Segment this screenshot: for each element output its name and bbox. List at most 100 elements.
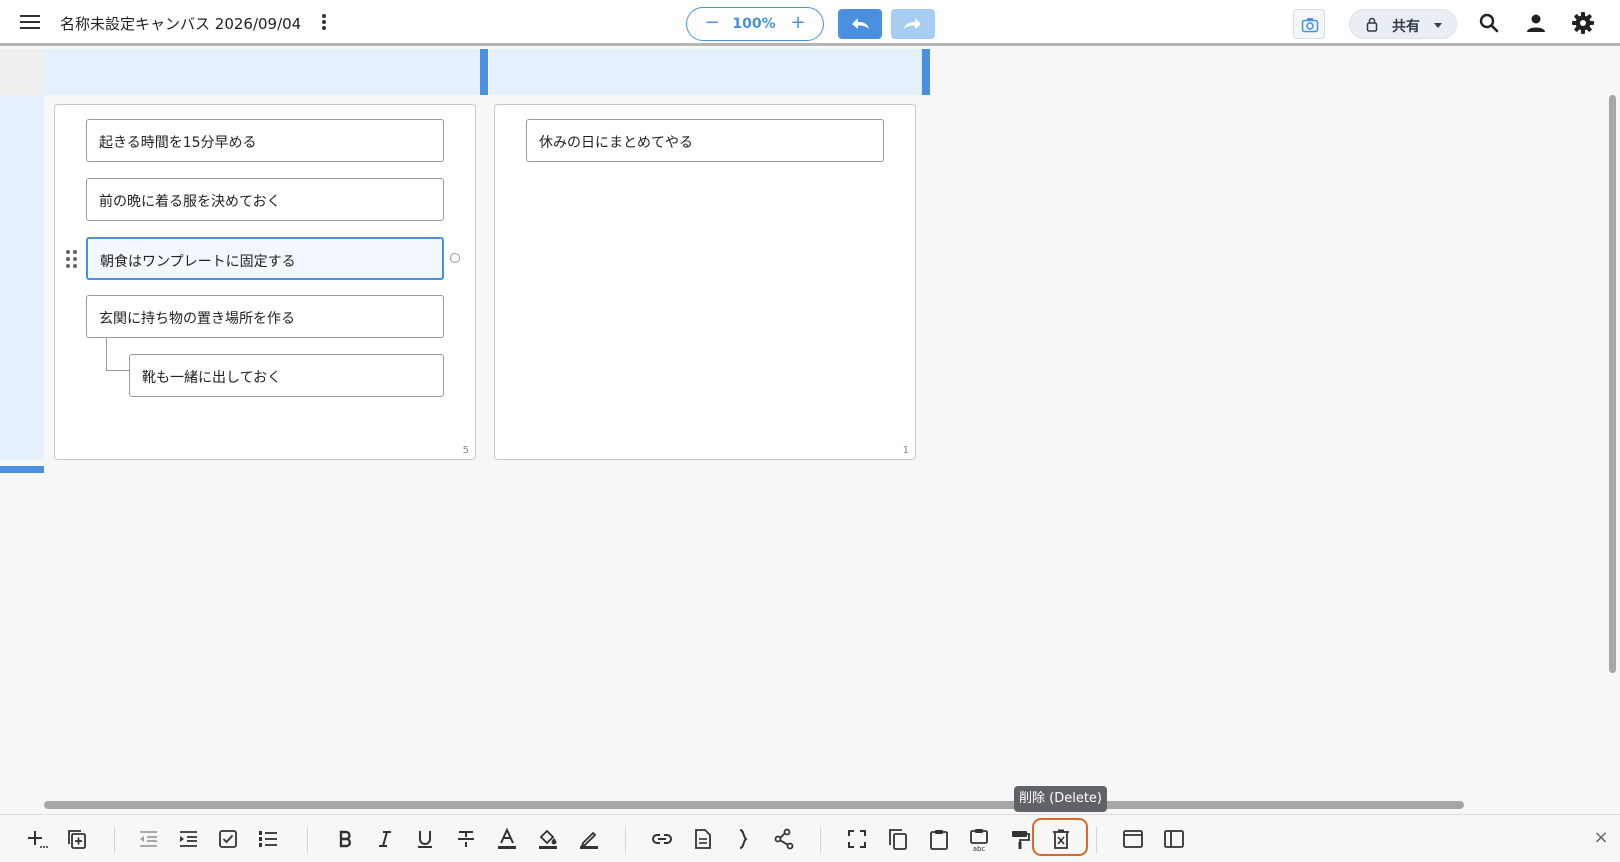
indent-icon (180, 831, 197, 847)
card-item[interactable]: 起きる時間を15分早める (86, 119, 444, 162)
checkbox-icon (219, 830, 237, 848)
underline-button[interactable] (411, 825, 439, 853)
toolbar-separator (625, 827, 626, 853)
toolbar-separator (307, 827, 308, 853)
chevron-down-icon (1434, 23, 1442, 28)
screenshot-button[interactable] (1293, 9, 1325, 39)
delete-button[interactable] (1047, 825, 1075, 853)
menu-icon[interactable] (18, 12, 42, 34)
fill-color-button[interactable] (534, 825, 562, 853)
bold-icon (339, 830, 351, 848)
text-color-icon (498, 828, 516, 849)
numbered-list-button[interactable] (254, 825, 282, 853)
card-item[interactable]: 前の晩に着る服を決めておく (86, 178, 444, 221)
share-button[interactable]: 共有 (1349, 9, 1457, 39)
row-resize-handle-1[interactable] (0, 466, 44, 473)
fill-color-icon (539, 829, 557, 849)
outdent-icon (140, 831, 157, 847)
zoom-out-button[interactable]: − (701, 14, 723, 34)
card-item-child[interactable]: 靴も一緒に出しておく (129, 354, 444, 397)
card-count: 5 (462, 445, 469, 456)
paste-text-icon: abc (970, 829, 988, 852)
border-color-button[interactable] (575, 825, 603, 853)
more-options-icon[interactable] (318, 14, 330, 32)
card-item-selected[interactable]: 朝食はワンプレートに固定する (86, 237, 444, 280)
add-card-button[interactable] (23, 825, 51, 853)
undo-button[interactable] (838, 9, 882, 39)
link-button[interactable] (648, 825, 676, 853)
zoom-control: − 100% + (686, 7, 824, 41)
brace-button[interactable] (729, 825, 757, 853)
link-icon (652, 834, 672, 844)
add-card-icon (28, 831, 48, 848)
paste-icon (930, 830, 948, 850)
close-toolbar-icon[interactable]: × (1590, 827, 1612, 849)
zoom-level[interactable]: 100% (723, 16, 785, 32)
row-header-1[interactable] (0, 95, 44, 460)
card-count: 1 (902, 445, 909, 456)
drag-handle-icon[interactable] (66, 250, 78, 268)
connect-handle-icon[interactable] (450, 253, 460, 263)
share-tree-icon (774, 828, 794, 850)
window-view-button[interactable] (1119, 825, 1147, 853)
note-button[interactable] (689, 825, 717, 853)
select-frame-button[interactable] (843, 825, 871, 853)
card-item[interactable]: 玄関に持ち物の置き場所を作る (86, 295, 444, 338)
checkbox-button[interactable] (214, 825, 242, 853)
column-header-2[interactable] (489, 49, 930, 95)
column-resize-handle-2[interactable] (922, 49, 930, 95)
paste-text-button[interactable]: abc (965, 825, 993, 853)
canvas-title[interactable]: 名称未設定キャンバス 2026/09/04 (60, 13, 301, 34)
bold-button[interactable] (331, 825, 359, 853)
card-item[interactable]: 休みの日にまとめてやる (526, 119, 884, 162)
format-painter-icon (1012, 831, 1030, 849)
lock-icon (1366, 17, 1378, 32)
underline-icon (418, 831, 432, 848)
copy-button[interactable] (884, 825, 912, 853)
vertical-scrollbar[interactable] (1609, 95, 1616, 673)
bottom-toolbar: abc × (0, 814, 1620, 862)
corner-header (0, 49, 44, 95)
gear-icon[interactable] (1571, 11, 1595, 35)
search-icon[interactable] (1477, 11, 1501, 35)
italic-button[interactable] (371, 825, 399, 853)
indent-button[interactable] (174, 825, 202, 853)
select-frame-icon (848, 830, 866, 848)
strikethrough-button[interactable] (452, 825, 480, 853)
toolbar-separator (1096, 827, 1097, 853)
board-canvas[interactable]: 5 起きる時間を15分早める 前の晩に着る服を決めておく 朝食はワンプレートに固… (0, 49, 1620, 813)
italic-icon (379, 831, 391, 847)
toolbar-separator (114, 827, 115, 853)
account-icon[interactable] (1524, 11, 1548, 35)
window-icon (1123, 830, 1143, 848)
camera-icon (1301, 18, 1319, 33)
sidebar-toggle-button[interactable] (1160, 825, 1188, 853)
zoom-in-button[interactable]: + (787, 14, 809, 34)
strikethrough-icon (458, 831, 474, 847)
redo-icon (904, 18, 921, 29)
toolbar-separator (820, 827, 821, 853)
horizontal-scrollbar[interactable] (44, 801, 1464, 809)
note-icon (695, 829, 711, 849)
column-resize-handle-1[interactable] (480, 49, 488, 95)
undo-icon (852, 18, 869, 29)
duplicate-icon (68, 830, 86, 849)
share-label: 共有 (1392, 19, 1420, 35)
app-header: 名称未設定キャンバス 2026/09/04 − 100% + 共有 (0, 0, 1620, 46)
delete-icon (1053, 829, 1069, 849)
sidebar-icon (1164, 830, 1184, 848)
svg-text:abc: abc (973, 845, 986, 852)
numbered-list-icon (259, 831, 277, 847)
share-tree-button[interactable] (770, 825, 798, 853)
redo-button[interactable] (891, 9, 935, 39)
text-color-button[interactable] (493, 825, 521, 853)
brace-icon (739, 829, 748, 849)
duplicate-button[interactable] (63, 825, 91, 853)
outdent-button[interactable] (134, 825, 162, 853)
paste-button[interactable] (925, 825, 953, 853)
child-connector (106, 338, 129, 371)
border-color-icon (580, 831, 598, 849)
format-painter-button[interactable] (1006, 825, 1034, 853)
column-header-1[interactable] (44, 49, 480, 95)
delete-tooltip: 削除 (Delete) (1014, 786, 1107, 812)
